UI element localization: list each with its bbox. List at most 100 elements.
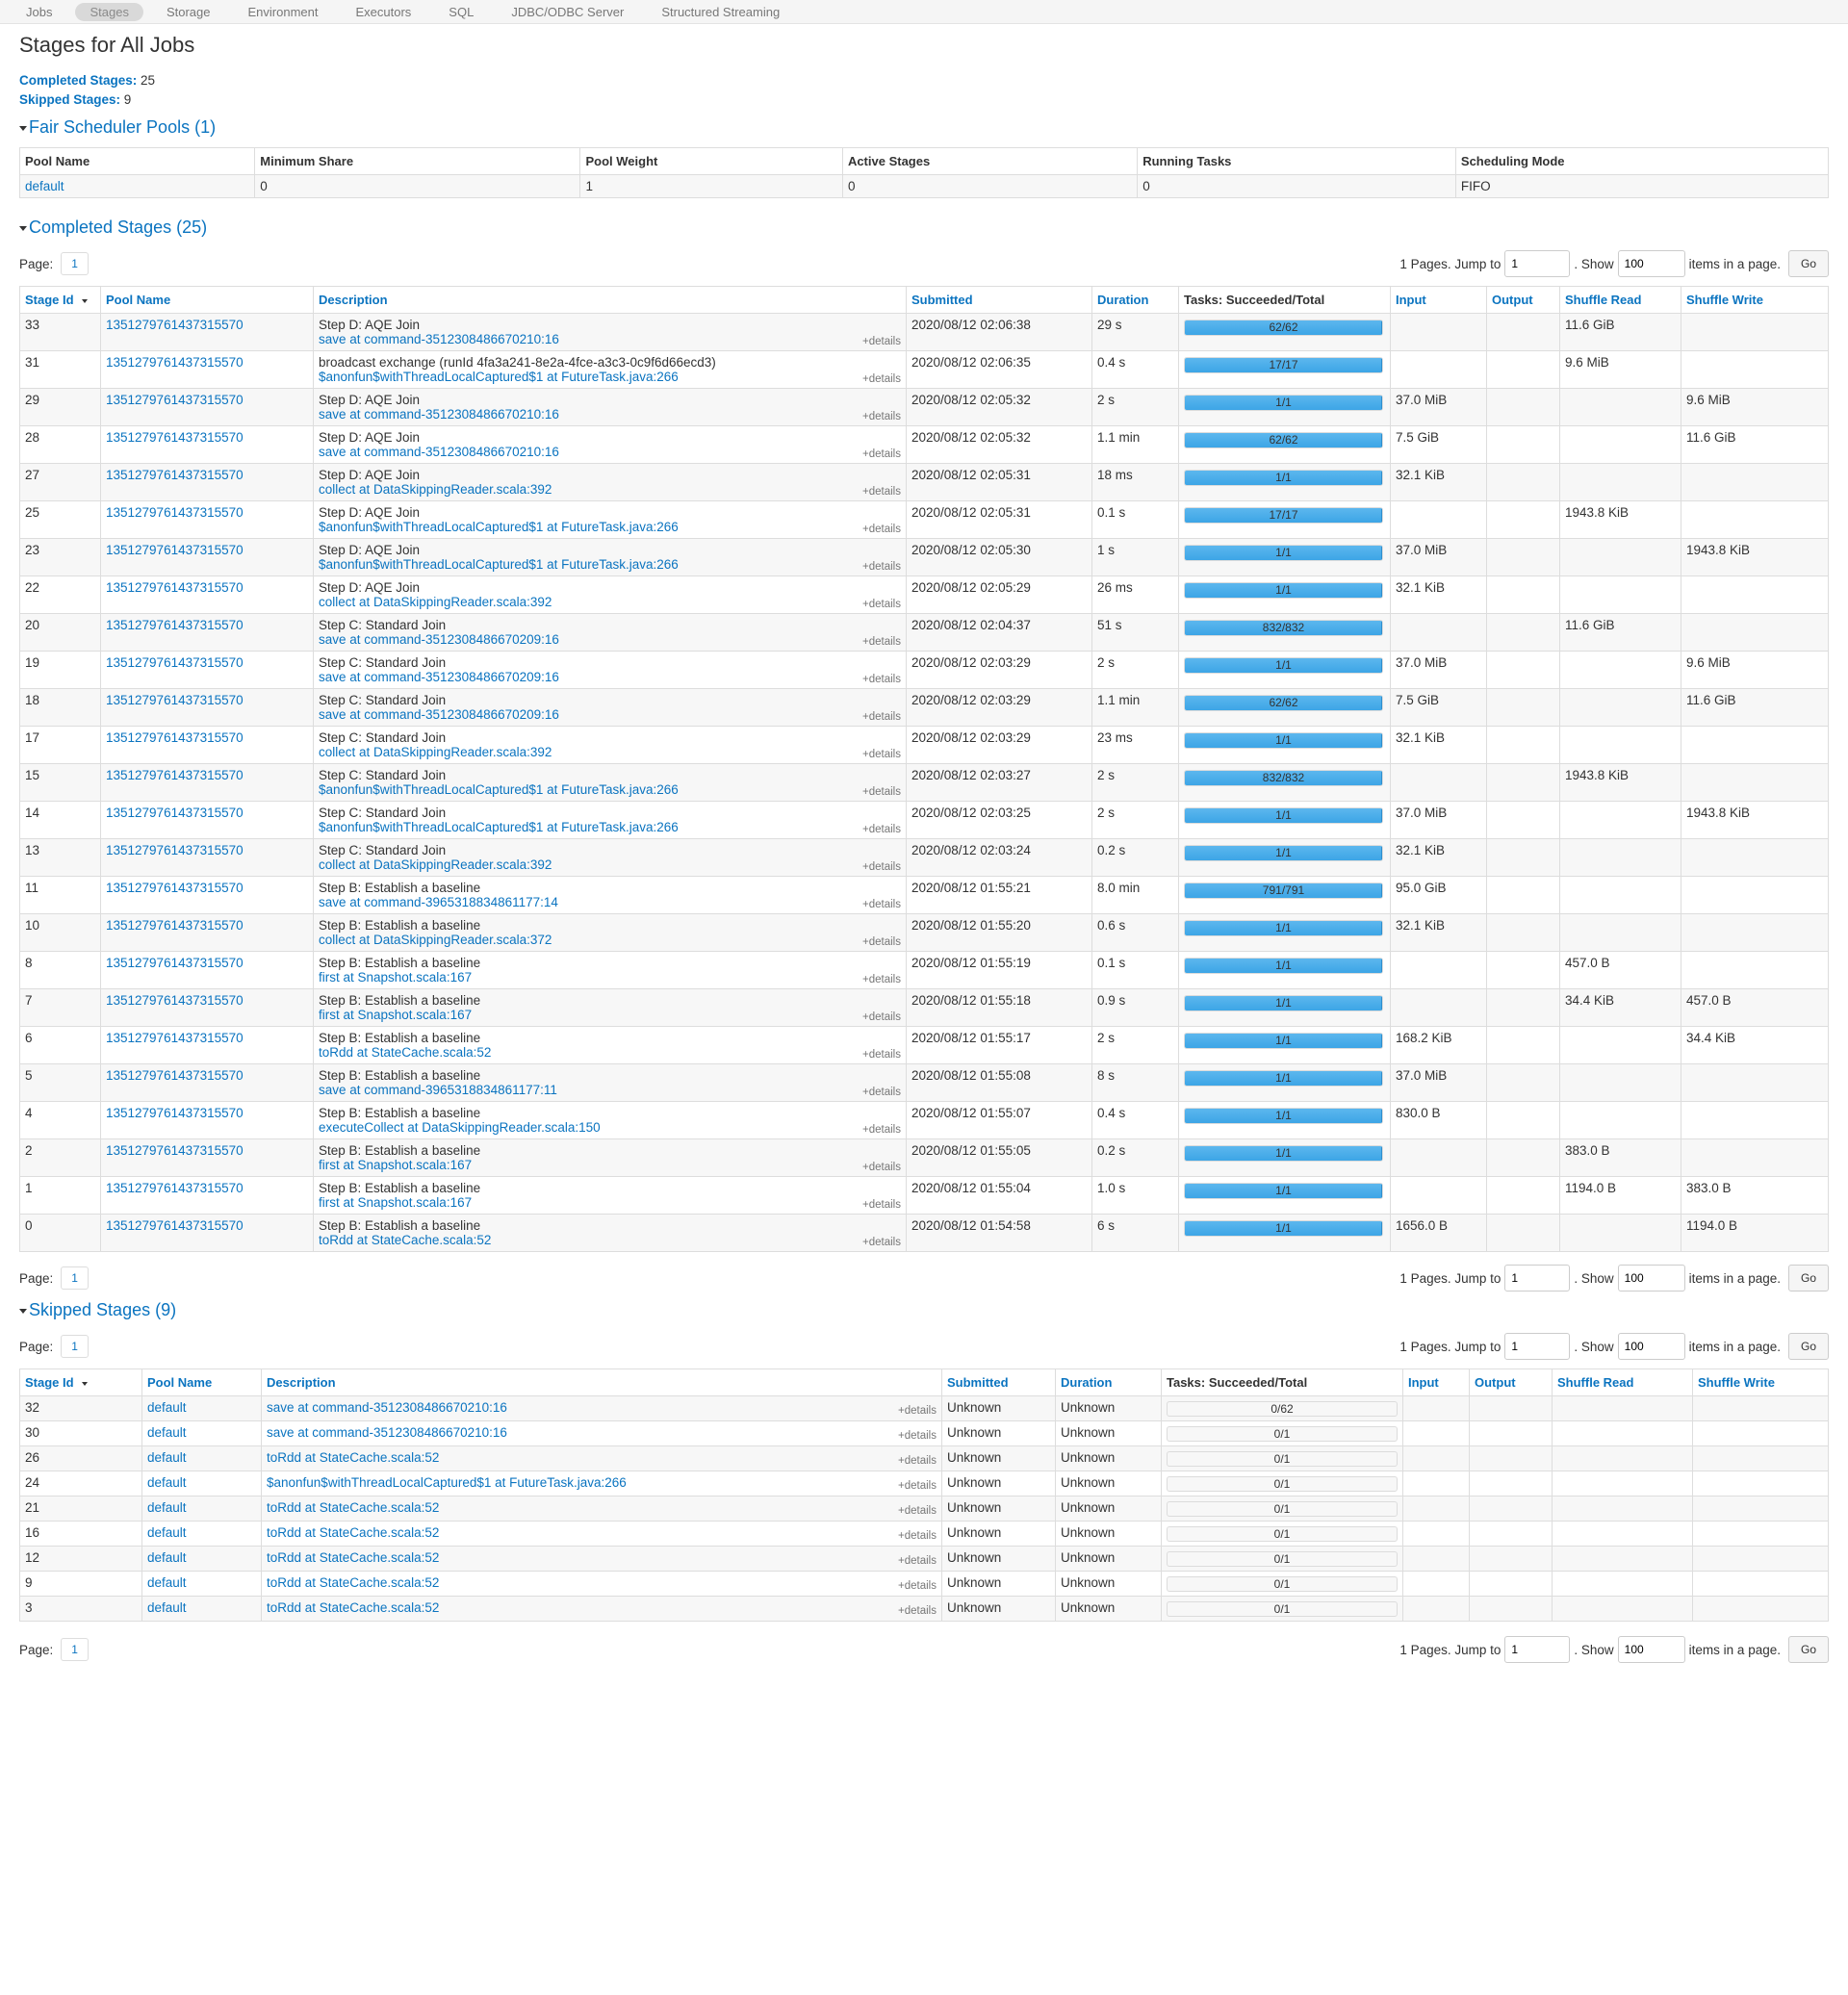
details-toggle[interactable]: +details xyxy=(862,824,901,835)
details-toggle[interactable]: +details xyxy=(862,861,901,873)
skipped-section-toggle[interactable]: Skipped Stages (9) xyxy=(19,1300,1829,1320)
details-toggle[interactable]: +details xyxy=(862,1011,901,1023)
details-toggle[interactable]: +details xyxy=(862,936,901,948)
pool-link[interactable]: 1351279761437315570 xyxy=(106,956,244,970)
pool-link[interactable]: 1351279761437315570 xyxy=(106,468,244,482)
pool-link[interactable]: 1351279761437315570 xyxy=(106,355,244,370)
go-button[interactable]: Go xyxy=(1787,1333,1829,1360)
details-toggle[interactable]: +details xyxy=(862,486,901,498)
pools-section-toggle[interactable]: Fair Scheduler Pools (1) xyxy=(19,117,1829,138)
pool-link[interactable]: 1351279761437315570 xyxy=(106,881,244,895)
header-description[interactable]: Description xyxy=(313,286,907,314)
stage-link[interactable]: collect at DataSkippingReader.scala:392 xyxy=(319,857,901,872)
details-toggle[interactable]: +details xyxy=(862,1049,901,1061)
pool-link[interactable]: 1351279761437315570 xyxy=(106,1181,244,1195)
pool-link[interactable]: 1351279761437315570 xyxy=(106,655,244,670)
stage-link[interactable]: save at command-3512308486670210:16 xyxy=(319,332,901,346)
stage-link[interactable]: $anonfun$withThreadLocalCaptured$1 at Fu… xyxy=(319,820,901,834)
stage-link[interactable]: first at Snapshot.scala:167 xyxy=(319,1008,901,1022)
stage-link[interactable]: $anonfun$withThreadLocalCaptured$1 at Fu… xyxy=(319,782,901,797)
pool-link[interactable]: 1351279761437315570 xyxy=(106,543,244,557)
nav-tab-storage[interactable]: Storage xyxy=(152,3,225,21)
stage-link[interactable]: collect at DataSkippingReader.scala:392 xyxy=(319,745,901,759)
pool-link[interactable]: default xyxy=(147,1425,187,1440)
details-toggle[interactable]: +details xyxy=(862,373,901,385)
stage-link[interactable]: collect at DataSkippingReader.scala:392 xyxy=(319,595,901,609)
details-toggle[interactable]: +details xyxy=(862,524,901,535)
details-toggle[interactable]: +details xyxy=(862,1237,901,1248)
pool-link[interactable]: default xyxy=(147,1450,187,1465)
jump-to-page-input[interactable] xyxy=(1504,1333,1571,1360)
pool-link[interactable]: 1351279761437315570 xyxy=(106,1068,244,1083)
header-output[interactable]: Output xyxy=(1486,286,1560,314)
stage-link[interactable]: toRdd at StateCache.scala:52 xyxy=(267,1550,439,1565)
nav-tab-sql[interactable]: SQL xyxy=(434,3,488,21)
stage-link[interactable]: save at command-3512308486670210:16 xyxy=(319,445,901,459)
pool-link[interactable]: 1351279761437315570 xyxy=(106,806,244,820)
details-toggle[interactable]: +details xyxy=(898,1430,937,1442)
pool-link[interactable]: 1351279761437315570 xyxy=(106,1143,244,1158)
pool-link[interactable]: default xyxy=(147,1500,187,1515)
stage-link[interactable]: save at command-3512308486670209:16 xyxy=(319,670,901,684)
nav-tab-jdbc-odbc-server[interactable]: JDBC/ODBC Server xyxy=(497,3,638,21)
pool-link[interactable]: 1351279761437315570 xyxy=(106,993,244,1008)
header-input[interactable]: Input xyxy=(1390,286,1487,314)
pool-link[interactable]: default xyxy=(147,1550,187,1565)
header-shuffle-read[interactable]: Shuffle Read xyxy=(1552,1368,1693,1396)
header-pool-name[interactable]: Pool Name xyxy=(100,286,314,314)
page-size-input[interactable] xyxy=(1617,1636,1685,1663)
page-number-button[interactable]: 1 xyxy=(61,1638,89,1661)
page-size-input[interactable] xyxy=(1617,1265,1685,1292)
nav-tab-jobs[interactable]: Jobs xyxy=(12,3,66,21)
stage-link[interactable]: collect at DataSkippingReader.scala:392 xyxy=(319,482,901,497)
stage-link[interactable]: save at command-3965318834861177:11 xyxy=(319,1083,901,1097)
stage-link[interactable]: toRdd at StateCache.scala:52 xyxy=(267,1525,439,1540)
details-toggle[interactable]: +details xyxy=(898,1505,937,1517)
stage-link[interactable]: first at Snapshot.scala:167 xyxy=(319,970,901,985)
stage-link[interactable]: first at Snapshot.scala:167 xyxy=(319,1158,901,1172)
go-button[interactable]: Go xyxy=(1787,250,1829,277)
stage-link[interactable]: collect at DataSkippingReader.scala:372 xyxy=(319,933,901,947)
details-toggle[interactable]: +details xyxy=(898,1480,937,1492)
pool-link[interactable]: 1351279761437315570 xyxy=(106,1218,244,1233)
details-toggle[interactable]: +details xyxy=(898,1455,937,1467)
header-submitted[interactable]: Submitted xyxy=(941,1368,1056,1396)
stage-link[interactable]: $anonfun$withThreadLocalCaptured$1 at Fu… xyxy=(267,1475,627,1490)
page-number-button[interactable]: 1 xyxy=(61,1266,89,1290)
details-toggle[interactable]: +details xyxy=(862,1162,901,1173)
jump-to-page-input[interactable] xyxy=(1504,250,1571,277)
page-size-input[interactable] xyxy=(1617,250,1685,277)
header-shuffle-read[interactable]: Shuffle Read xyxy=(1559,286,1681,314)
details-toggle[interactable]: +details xyxy=(862,411,901,422)
completed-section-toggle[interactable]: Completed Stages (25) xyxy=(19,217,1829,238)
stage-link[interactable]: toRdd at StateCache.scala:52 xyxy=(267,1450,439,1465)
pool-link[interactable]: 1351279761437315570 xyxy=(106,843,244,857)
pool-link[interactable]: 1351279761437315570 xyxy=(106,393,244,407)
details-toggle[interactable]: +details xyxy=(898,1605,937,1617)
stage-link[interactable]: toRdd at StateCache.scala:52 xyxy=(267,1575,439,1590)
stage-link[interactable]: toRdd at StateCache.scala:52 xyxy=(319,1233,901,1247)
stage-link[interactable]: toRdd at StateCache.scala:52 xyxy=(267,1600,439,1615)
details-toggle[interactable]: +details xyxy=(862,711,901,723)
jump-to-page-input[interactable] xyxy=(1504,1265,1571,1292)
pool-link[interactable]: 1351279761437315570 xyxy=(106,918,244,933)
header-pool-name[interactable]: Pool Name xyxy=(141,1368,262,1396)
details-toggle[interactable]: +details xyxy=(898,1555,937,1567)
details-toggle[interactable]: +details xyxy=(862,1087,901,1098)
nav-tab-executors[interactable]: Executors xyxy=(341,3,425,21)
details-toggle[interactable]: +details xyxy=(862,599,901,610)
pool-link[interactable]: default xyxy=(147,1600,187,1615)
stage-link[interactable]: toRdd at StateCache.scala:52 xyxy=(319,1045,901,1060)
stage-link[interactable]: save at command-3965318834861177:14 xyxy=(319,895,901,909)
details-toggle[interactable]: +details xyxy=(898,1580,937,1592)
stage-link[interactable]: $anonfun$withThreadLocalCaptured$1 at Fu… xyxy=(319,370,901,384)
stage-link[interactable]: executeCollect at DataSkippingReader.sca… xyxy=(319,1120,901,1135)
page-number-button[interactable]: 1 xyxy=(61,252,89,275)
details-toggle[interactable]: +details xyxy=(862,1124,901,1136)
details-toggle[interactable]: +details xyxy=(862,749,901,760)
nav-tab-environment[interactable]: Environment xyxy=(234,3,333,21)
pool-name-link[interactable]: default xyxy=(25,179,64,193)
details-toggle[interactable]: +details xyxy=(862,899,901,910)
go-button[interactable]: Go xyxy=(1787,1265,1829,1292)
header-duration[interactable]: Duration xyxy=(1055,1368,1162,1396)
